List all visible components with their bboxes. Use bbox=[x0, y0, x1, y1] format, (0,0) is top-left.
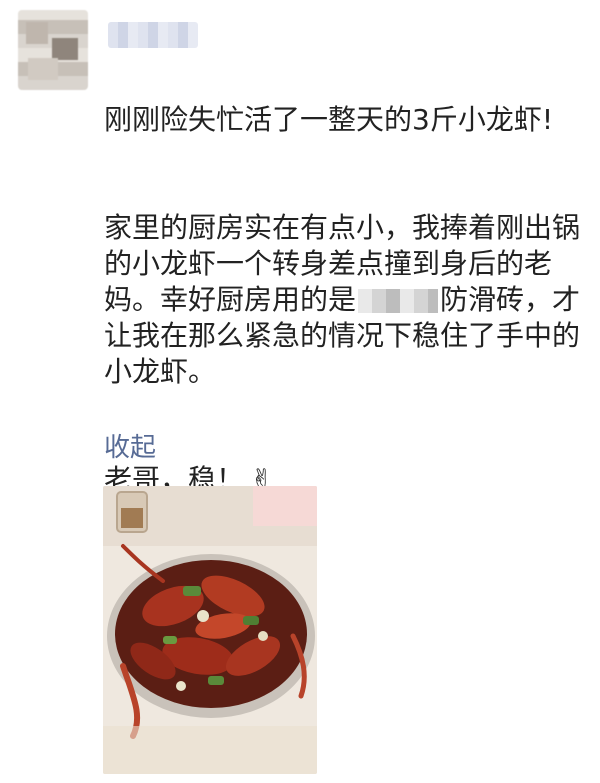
crayfish-photo-drawing bbox=[103, 486, 317, 774]
username-blurred[interactable] bbox=[108, 22, 198, 48]
collapse-link[interactable]: 收起 bbox=[104, 432, 156, 464]
moments-post: 刚刚险失忙活了一整天的3斤小龙虾! 家里的厨房实在有点小，我捧着刚出锅的小龙虾一… bbox=[0, 0, 600, 783]
post-paragraph-1: 刚刚险失忙活了一整天的3斤小龙虾! bbox=[104, 103, 554, 136]
post-photo-crayfish[interactable] bbox=[103, 486, 317, 774]
post-text: 刚刚险失忙活了一整天的3斤小龙虾! 家里的厨房实在有点小，我捧着刚出锅的小龙虾一… bbox=[104, 66, 584, 534]
avatar[interactable] bbox=[18, 10, 88, 90]
post-paragraph-2: 家里的厨房实在有点小，我捧着刚出锅的小龙虾一个转身差点撞到身后的老妈。幸好厨房用… bbox=[104, 210, 584, 390]
redacted-brand bbox=[358, 289, 439, 313]
